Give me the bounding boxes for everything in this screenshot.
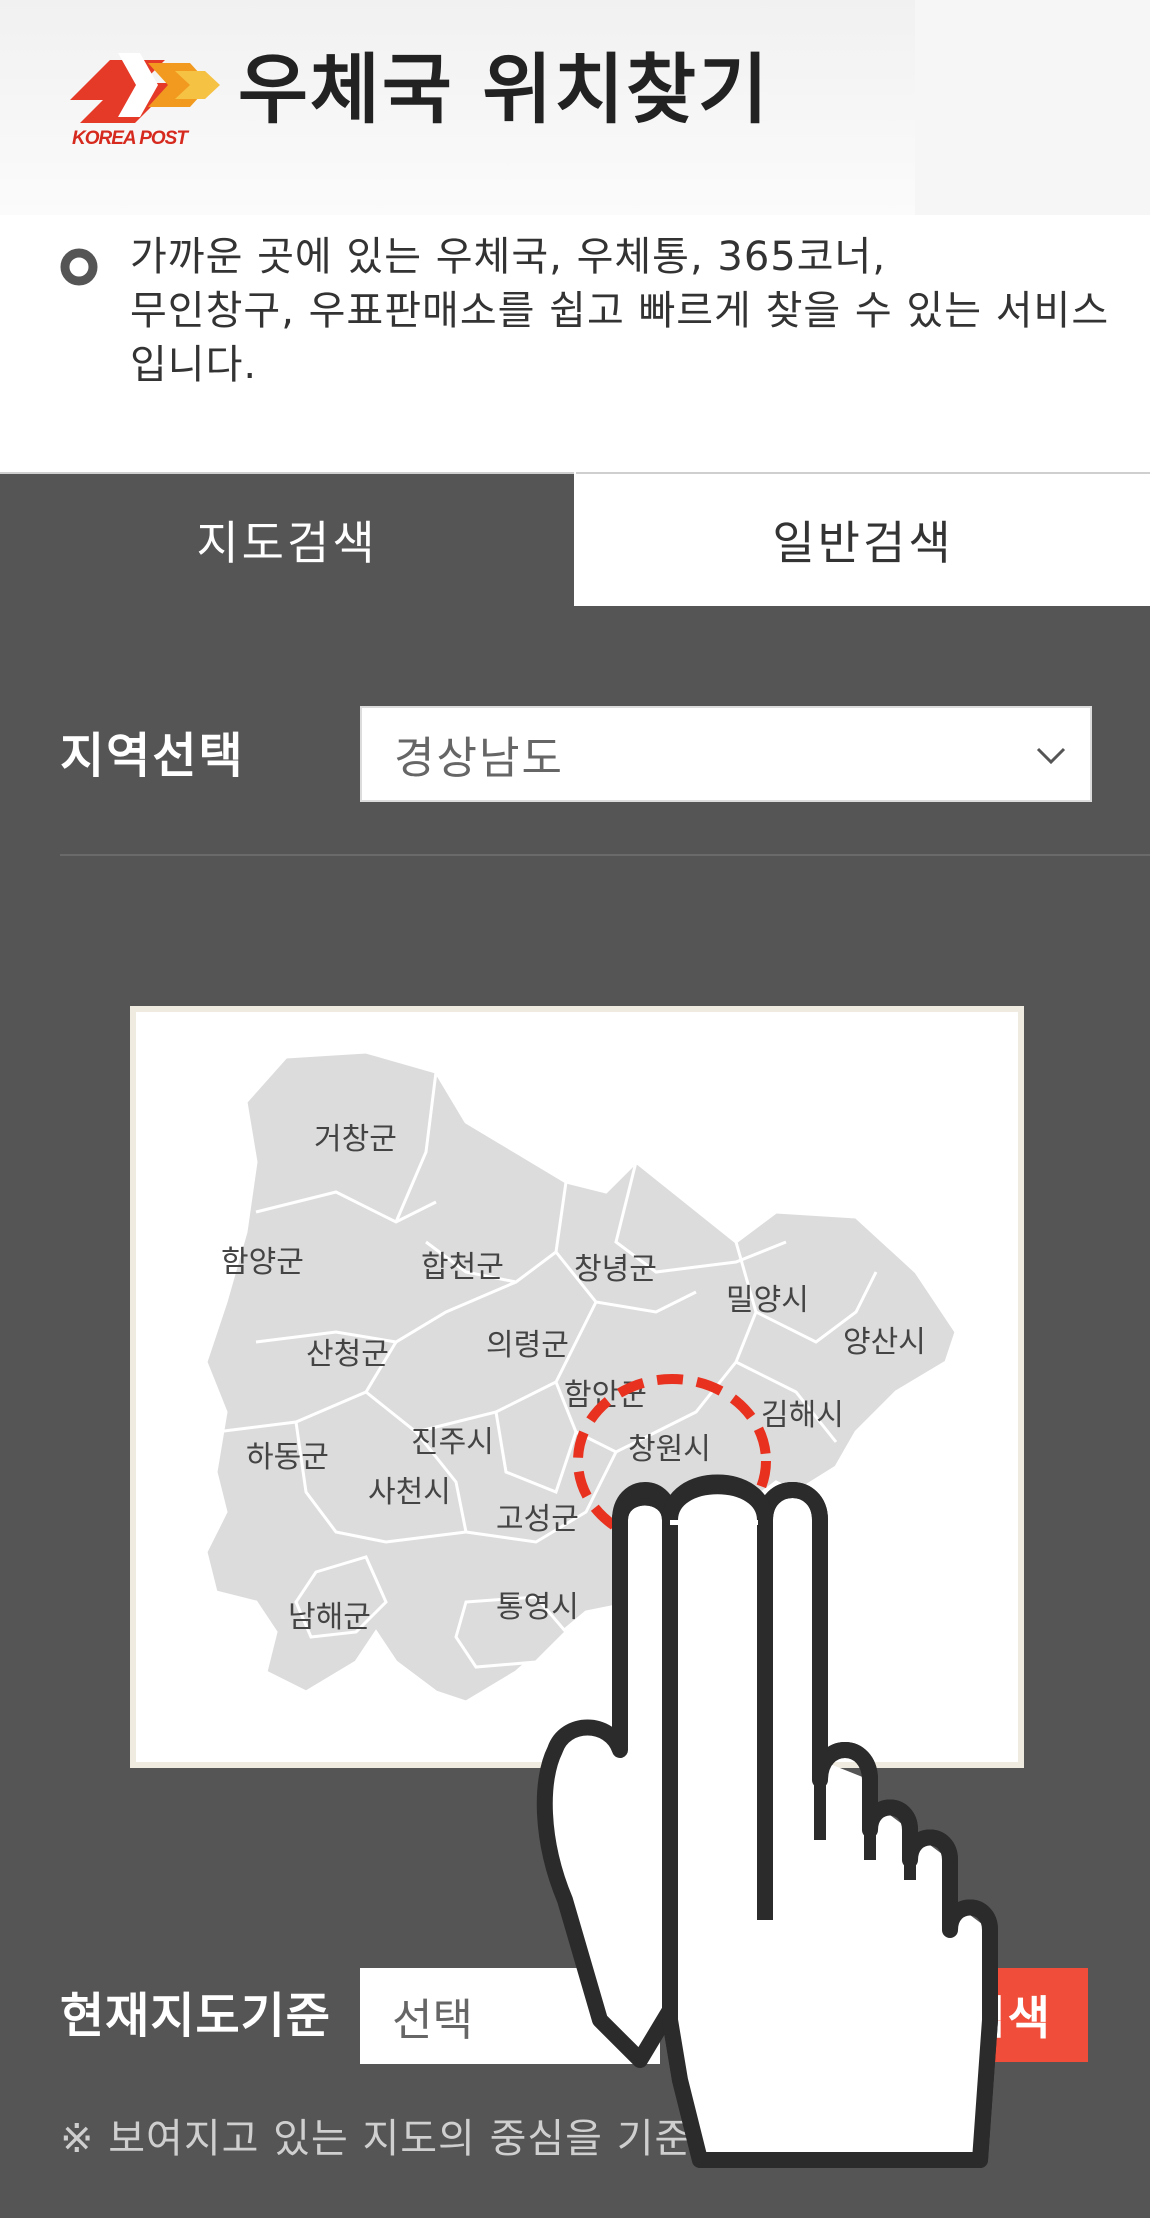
region-dropdown[interactable]: 경상남도	[360, 706, 1092, 802]
region-select-label: 지역선택	[60, 728, 245, 784]
korea-post-logo-icon	[70, 53, 220, 123]
map-label-jinju[interactable]: 진주시	[411, 1417, 494, 1461]
tab-map-search[interactable]: 지도검색	[0, 472, 574, 606]
current-map-dropdown[interactable]: 선택	[360, 1968, 660, 2064]
tab-general-search[interactable]: 일반검색	[576, 472, 1150, 608]
current-map-dropdown-value: 선택	[392, 1995, 473, 2046]
map-label-tongyeong[interactable]: 통영시	[496, 1582, 579, 1626]
current-map-label: 현재지도기준	[60, 1988, 331, 2044]
logo-text: KOREA POST	[72, 128, 188, 149]
region-dropdown-value: 경상남도	[394, 733, 564, 784]
header-side-panel	[915, 0, 1150, 215]
search-tabs: 지도검색 일반검색	[0, 472, 1150, 608]
region-map[interactable]: 거창군 함양군 합천군 창녕군 밀양시 양산시 산청군 의령군 함안군 김해시 …	[130, 1006, 1024, 1768]
map-label-namhae[interactable]: 남해군	[288, 1592, 371, 1636]
map-label-haman[interactable]: 함안군	[564, 1370, 647, 1414]
map-label-changwon[interactable]: 창원시	[628, 1424, 711, 1468]
app-header: KOREA POST 우체국 위치찾기	[0, 0, 1150, 215]
map-label-sancheong[interactable]: 산청군	[306, 1329, 389, 1373]
map-label-hapcheon[interactable]: 합천군	[421, 1242, 504, 1286]
intro-text: 가까운 곳에 있는 우체국, 우체통, 365코너, 무인창구, 우표판매소를 …	[130, 234, 1110, 388]
map-search-panel: 지역선택 경상남도 거창군 함양군 합천군 창녕군 밀양시 양산시 산청군 의령…	[0, 606, 1150, 2218]
map-label-uiryeong[interactable]: 의령군	[486, 1320, 569, 1364]
map-label-hamyang[interactable]: 함양군	[221, 1237, 304, 1281]
map-label-sacheon[interactable]: 사천시	[368, 1467, 451, 1511]
divider	[60, 854, 1150, 856]
bullet-ring-icon	[60, 248, 98, 286]
chevron-down-icon	[1036, 747, 1066, 765]
chevron-down-icon	[608, 2007, 638, 2025]
search-button[interactable]: 검색	[880, 1968, 1088, 2062]
map-label-yangsan[interactable]: 양산시	[843, 1317, 926, 1361]
map-label-gimhae[interactable]: 김해시	[761, 1390, 844, 1434]
map-label-goseong[interactable]: 고성군	[496, 1494, 579, 1538]
map-label-miryang[interactable]: 밀양시	[726, 1275, 809, 1319]
map-label-hadong[interactable]: 하동군	[246, 1432, 329, 1476]
page-title: 우체국 위치찾기	[238, 45, 770, 134]
map-label-changnyeong[interactable]: 창녕군	[574, 1244, 657, 1288]
center-search-note: ※ 보여지고 있는 지도의 중심을 기준으로 검색합니다.	[60, 2116, 985, 2162]
map-label-geochang[interactable]: 거창군	[314, 1114, 397, 1158]
